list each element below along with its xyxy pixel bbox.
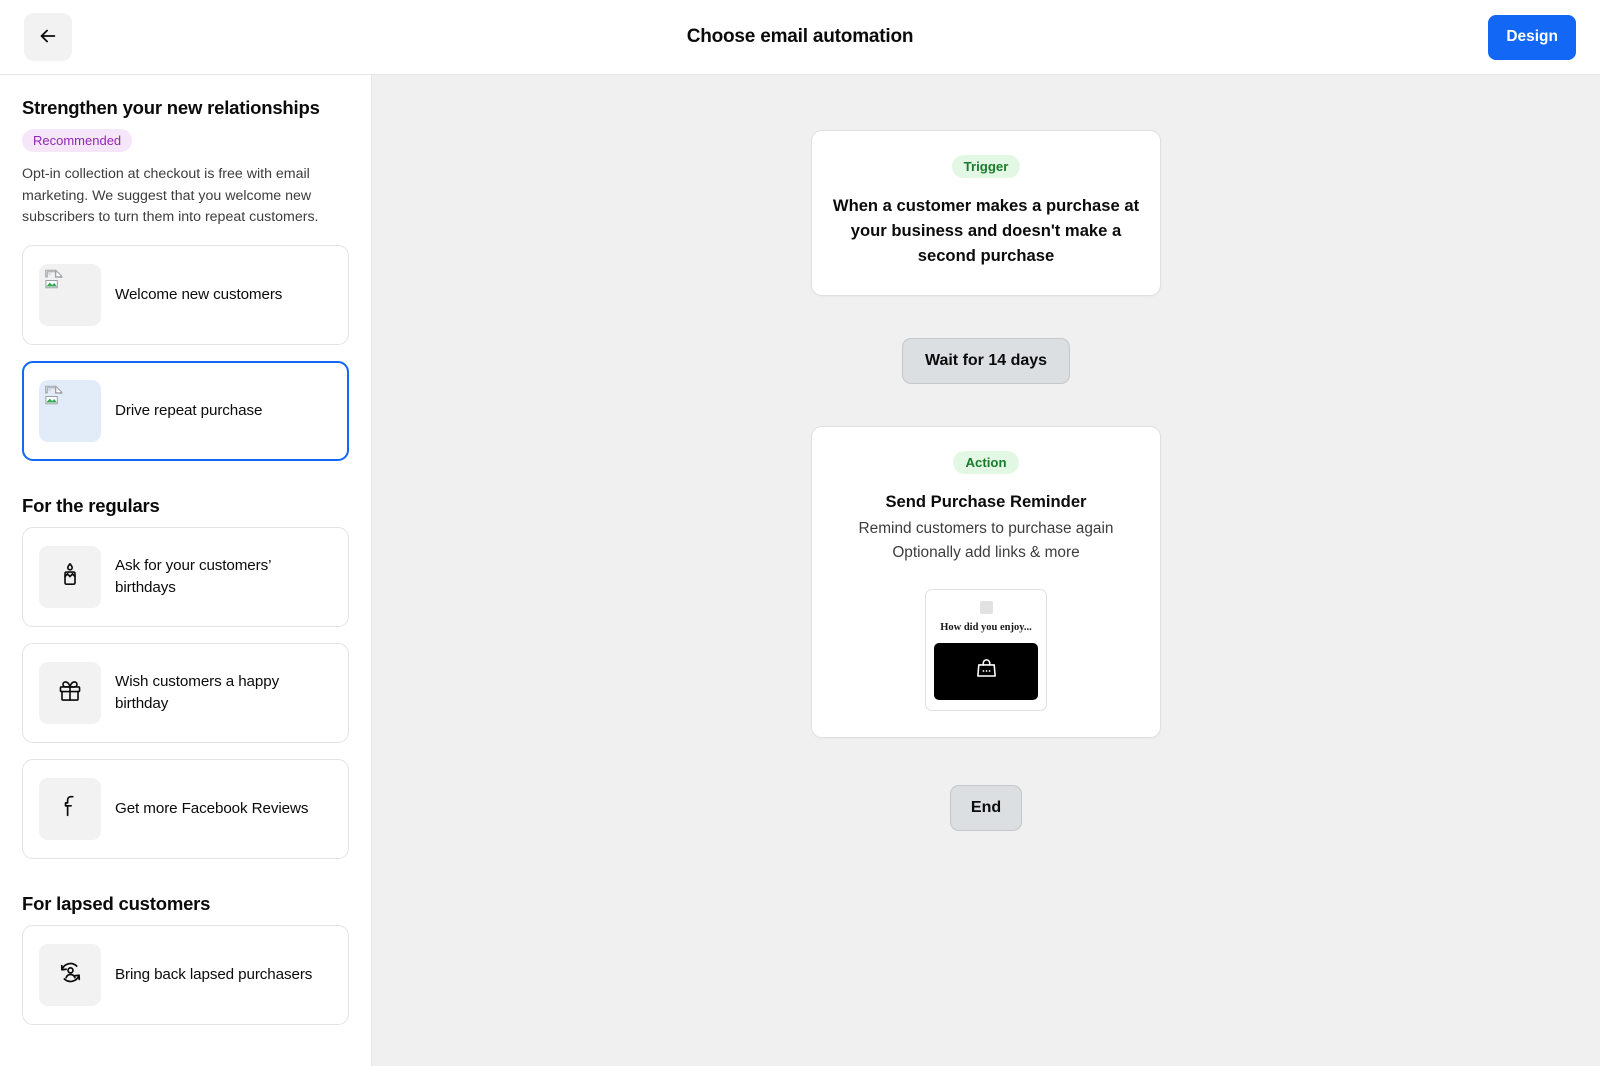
automation-card-happy-birthday[interactable]: Wish customers a happy birthday [22,642,349,743]
card-thumbnail [39,379,101,442]
section-title: Strengthen your new relationships [22,97,320,118]
flow-node-wait[interactable]: Wait for 14 days [901,337,1071,384]
automation-card-facebook-reviews[interactable]: Get more Facebook Reviews [22,758,349,859]
page-title: Choose email automation [686,26,914,47]
card-label: Bring back lapsed purchasers [115,965,313,983]
broken-image-icon [43,384,65,406]
card-label: Get more Facebook Reviews [115,799,309,817]
shopping-bag-icon [974,656,999,686]
trigger-headline: When a customer makes a purchase at your… [832,196,1140,265]
email-preview-heading: How did you enjoy... [940,621,1032,633]
action-subtitle-line-2: Optionally add links & more [892,543,1080,561]
automation-card-ask-birthdays[interactable]: Ask for your customers’ birthdays [22,526,349,627]
trigger-pill: Trigger [951,155,1021,178]
automation-card-bring-back-lapsed[interactable]: Bring back lapsed purchasers [22,924,349,1025]
design-button[interactable]: Design [1488,14,1576,60]
automation-card-welcome-new-customers[interactable]: Welcome new customers [22,244,349,345]
candle-icon [57,561,83,592]
card-icon-wrap [39,545,101,608]
card-thumbnail [39,263,101,326]
automation-flow-canvas[interactable]: Trigger When a customer makes a purchase… [372,75,1600,1066]
broken-image-icon [43,268,65,290]
facebook-icon [57,793,83,824]
email-logo-placeholder [979,600,993,614]
sidebar-section-lapsed: For lapsed customers Bring back lapsed p… [22,893,349,1025]
card-icon-wrap [39,777,101,840]
card-label: Welcome new customers [115,285,283,303]
flow-node-action[interactable]: Action Send Purchase Reminder Remind cus… [811,425,1161,738]
email-automation-chooser: Choose email automation Design Strengthe… [0,0,1600,1066]
flow-node-end[interactable]: End [949,784,1023,831]
card-label: Wish customers a happy birthday [115,672,280,712]
section-description: Opt-in collection at checkout is free wi… [22,166,319,226]
action-subtitle-line-1: Remind customers to purchase again [858,519,1114,537]
automation-sidebar[interactable]: Strengthen your new relationships Recomm… [0,75,372,1066]
automation-card-drive-repeat-purchase[interactable]: Drive repeat purchase [22,360,349,461]
recommended-badge: Recommended [22,129,133,152]
app-header: Choose email automation Design [0,0,1600,75]
card-icon-wrap [39,943,101,1006]
email-preview-thumbnail[interactable]: How did you enjoy... [925,588,1047,711]
arrow-left-icon [37,25,59,50]
card-icon-wrap [39,661,101,724]
sidebar-section-strengthen: Strengthen your new relationships Recomm… [22,97,349,461]
gift-icon [57,677,83,708]
user-return-icon [57,959,84,991]
email-preview-hero [934,642,1038,700]
card-label: Ask for your customers’ birthdays [115,556,271,596]
sidebar-section-regulars: For the regulars Ask for your customers’… [22,495,349,859]
body: Strengthen your new relationships Recomm… [0,75,1600,1066]
flow-node-trigger[interactable]: Trigger When a customer makes a purchase… [811,130,1161,296]
back-button[interactable] [24,13,72,61]
action-title: Send Purchase Reminder [885,491,1087,511]
section-title: For lapsed customers [22,892,211,914]
section-title: For the regulars [22,494,160,516]
action-pill: Action [953,450,1019,474]
card-label: Drive repeat purchase [115,401,263,419]
